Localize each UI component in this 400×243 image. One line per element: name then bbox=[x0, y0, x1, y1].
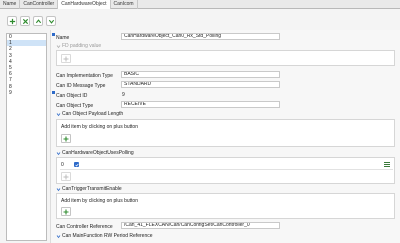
hamburger-icon bbox=[384, 161, 390, 163]
editor-tabbar: Name CanController CanHardwareObject Can… bbox=[0, 0, 400, 9]
trigger-add-button[interactable] bbox=[61, 207, 71, 216]
controller-ref-select[interactable]: /Can_41_FLEXCAN/Can/CanConfigSet/CanCont… bbox=[121, 222, 280, 229]
chevron-down-icon bbox=[56, 234, 61, 239]
move-up-button[interactable] bbox=[33, 16, 43, 26]
uses-polling-row-index: 0 bbox=[61, 162, 64, 168]
chevron-down-icon bbox=[56, 151, 61, 156]
row-divider bbox=[60, 169, 393, 170]
object-id-value[interactable]: 9 bbox=[122, 92, 125, 98]
controller-ref-label: Can Controller Reference bbox=[56, 224, 113, 230]
tab-canhardwareobject[interactable]: CanHardwareObject bbox=[58, 0, 111, 9]
hamburger-line bbox=[384, 166, 390, 168]
tab-cancontroller[interactable]: CanController bbox=[20, 0, 59, 9]
impl-type-label: Can Implementation Type bbox=[56, 73, 113, 79]
object-type-label: Can Object Type bbox=[56, 103, 94, 109]
payload-length-panel: Add item by clicking on plus button bbox=[56, 119, 395, 147]
plus-icon bbox=[63, 174, 69, 179]
pin-icon bbox=[52, 33, 55, 36]
plus-icon bbox=[63, 209, 69, 214]
fd-padding-label: FD padding value bbox=[62, 43, 102, 49]
uses-polling-add-button bbox=[61, 172, 71, 181]
uses-polling-header[interactable]: CanHardwareObjectUsesPolling bbox=[56, 150, 134, 156]
chevron-down-icon bbox=[56, 187, 61, 192]
object-index-list[interactable]: 0 1 2 3 4 5 6 7 8 9 bbox=[6, 33, 47, 241]
chevron-down-icon bbox=[48, 19, 54, 24]
payload-length-header[interactable]: Can Object Payload Length bbox=[56, 111, 123, 117]
payload-add-button[interactable] bbox=[61, 134, 71, 143]
add-item-button[interactable] bbox=[7, 16, 17, 26]
list-toolbar bbox=[7, 16, 56, 26]
fd-padding-header[interactable]: FD padding value bbox=[56, 43, 101, 49]
trigger-transmit-panel: Add item by clicking on plus button bbox=[56, 193, 395, 219]
close-icon bbox=[22, 18, 28, 24]
move-down-button[interactable] bbox=[46, 16, 56, 26]
name-input[interactable]: CanHardwareObject_Can0_Rx_Std_Polling bbox=[121, 33, 280, 40]
fd-padding-add-button bbox=[61, 54, 71, 63]
payload-length-label: Can Object Payload Length bbox=[62, 111, 124, 117]
delete-item-button[interactable] bbox=[20, 16, 30, 26]
properties-panel: Name CanHardwareObject_Can0_Rx_Std_Polli… bbox=[50, 30, 400, 243]
tab-canicom[interactable]: CanIcom bbox=[111, 0, 138, 9]
uses-polling-checkbox[interactable] bbox=[74, 162, 79, 167]
fd-padding-panel bbox=[56, 50, 395, 66]
chevron-down-icon bbox=[56, 112, 61, 117]
id-msg-type-label: Can ID Message Type bbox=[56, 83, 106, 89]
plus-icon bbox=[63, 56, 69, 61]
mainfunction-header[interactable]: Can MainFunction RW Period Reference bbox=[56, 233, 153, 239]
plus-icon bbox=[9, 18, 15, 24]
check-icon bbox=[74, 163, 79, 167]
object-id-label: Can Object ID bbox=[56, 93, 88, 99]
payload-hint: Add item by clicking on plus button bbox=[61, 124, 138, 130]
chevron-down-icon bbox=[56, 44, 61, 49]
id-msg-type-select[interactable]: STANDARD bbox=[121, 81, 280, 88]
trigger-hint: Add item by clicking on plus button bbox=[61, 198, 138, 204]
trigger-transmit-header[interactable]: CanTriggerTransmitEnable bbox=[56, 186, 122, 192]
chevron-up-icon bbox=[35, 18, 41, 23]
mainfunction-label: Can MainFunction RW Period Reference bbox=[62, 233, 153, 239]
impl-type-select[interactable]: BASIC bbox=[121, 71, 280, 78]
name-label: Name bbox=[56, 35, 70, 41]
plus-icon bbox=[63, 136, 69, 141]
object-type-select[interactable]: RECEIVE bbox=[121, 101, 280, 108]
uses-polling-menu-button[interactable] bbox=[383, 161, 391, 168]
uses-polling-label: CanHardwareObjectUsesPolling bbox=[62, 150, 134, 156]
list-item[interactable]: 9 bbox=[7, 90, 46, 96]
pin-icon bbox=[52, 91, 55, 94]
trigger-transmit-label: CanTriggerTransmitEnable bbox=[62, 186, 122, 192]
tab-name[interactable]: Name bbox=[0, 0, 21, 9]
hamburger-line bbox=[384, 163, 390, 165]
uses-polling-panel: 0 bbox=[56, 157, 395, 184]
